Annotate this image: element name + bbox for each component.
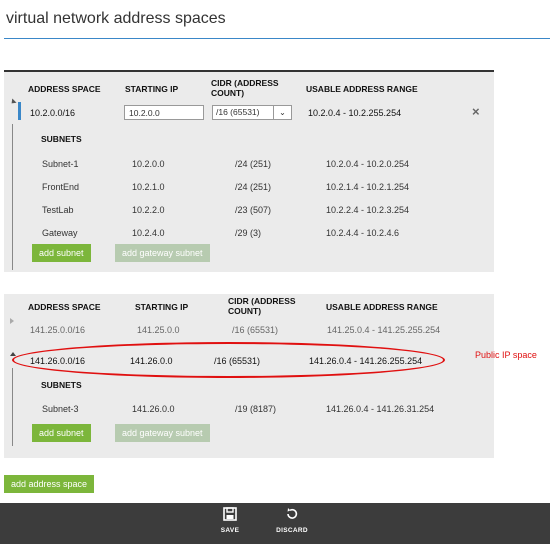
subnet-cidr: /29 (3) (235, 228, 262, 238)
add-address-space-button[interactable]: add address space (4, 475, 95, 493)
usable-range-value: 10.2.0.4 - 10.2.255.254 (308, 108, 402, 118)
subnet-name: TestLab (42, 205, 74, 215)
subnet-range: 10.2.0.4 - 10.2.0.254 (326, 159, 410, 169)
subnet-starting-ip: 10.2.4.0 (132, 228, 165, 238)
subnet-cidr: /19 (8187) (235, 404, 277, 414)
discard-label: DISCARD (276, 527, 308, 534)
discard-button[interactable]: DISCARD (272, 507, 312, 534)
command-bar: SAVE DISCARD (0, 503, 550, 544)
column-header-address-space: ADDRESS SPACE (28, 84, 101, 94)
chevron-down-icon[interactable] (9, 98, 17, 106)
subnet-starting-ip: 10.2.1.0 (132, 182, 165, 192)
chevron-down-icon: ⌄ (273, 106, 291, 119)
cidr-select-value: /16 (65531) (216, 107, 260, 117)
title-divider (4, 38, 550, 39)
subnet-name: FrontEnd (42, 182, 80, 192)
add-subnet-button[interactable]: add subnet (32, 424, 91, 442)
subnet-range: 10.2.4.4 - 10.2.4.6 (326, 228, 400, 238)
subnets-header: SUBNETS (41, 380, 82, 390)
subnet-starting-ip: 10.2.2.0 (132, 205, 165, 215)
public-ip-annotation: Public IP space (475, 350, 537, 360)
page-title: virtual network address spaces (6, 10, 226, 27)
page: virtual network address spaces ADDRESS S… (0, 0, 550, 544)
chevron-up-icon[interactable] (10, 352, 16, 356)
cidr-select[interactable]: /16 (65531) ⌄ (212, 105, 292, 120)
subnet-range: 141.26.0.4 - 141.26.31.254 (326, 404, 435, 414)
save-button[interactable]: SAVE (210, 507, 250, 534)
cidr-value: /16 (65531) (232, 325, 279, 335)
subnet-range: 10.2.1.4 - 10.2.1.254 (326, 182, 410, 192)
column-header-usable-range: USABLE ADDRESS RANGE (326, 302, 438, 312)
tree-connector (12, 124, 13, 270)
subnets-header: SUBNETS (41, 134, 82, 144)
subnet-range: 10.2.2.4 - 10.2.3.254 (326, 205, 410, 215)
column-header-starting-ip: STARTING IP (125, 84, 179, 94)
usable-range-value: 141.25.0.4 - 141.25.255.254 (327, 325, 441, 335)
column-header-starting-ip: STARTING IP (135, 302, 189, 312)
subnet-starting-ip: 141.26.0.0 (132, 404, 175, 414)
tree-connector (12, 368, 13, 446)
add-subnet-button[interactable]: add subnet (32, 244, 91, 262)
subnet-cidr: /24 (251) (235, 182, 272, 192)
add-gateway-subnet-button[interactable]: add gateway subnet (115, 244, 210, 262)
save-icon (210, 507, 250, 527)
add-gateway-subnet-button[interactable]: add gateway subnet (115, 424, 210, 442)
column-header-cidr: CIDR (ADDRESS COUNT) (211, 78, 279, 98)
starting-ip-value: 141.25.0.0 (137, 325, 180, 335)
starting-ip-input[interactable] (124, 105, 204, 120)
subnet-name: Subnet-3 (42, 404, 79, 414)
column-header-address-space: ADDRESS SPACE (28, 302, 101, 312)
selected-row-indicator (18, 102, 21, 120)
subnet-cidr: /24 (251) (235, 159, 272, 169)
column-header-usable-range: USABLE ADDRESS RANGE (306, 84, 418, 94)
address-space-panel-1: ADDRESS SPACE STARTING IP CIDR (ADDRESS … (4, 70, 494, 272)
address-space-value: 141.25.0.0/16 (30, 325, 86, 335)
column-header-cidr: CIDR (ADDRESS COUNT) (228, 296, 296, 316)
subnet-name: Subnet-1 (42, 159, 79, 169)
subnet-name: Gateway (42, 228, 78, 238)
subnet-cidr: /23 (507) (235, 205, 272, 215)
highlight-ellipse (12, 342, 445, 378)
subnet-starting-ip: 10.2.0.0 (132, 159, 165, 169)
close-icon[interactable]: × (472, 104, 480, 119)
address-space-value: 10.2.0.0/16 (30, 108, 76, 118)
chevron-right-icon[interactable] (10, 318, 14, 324)
save-label: SAVE (220, 527, 240, 534)
discard-icon (272, 507, 312, 527)
